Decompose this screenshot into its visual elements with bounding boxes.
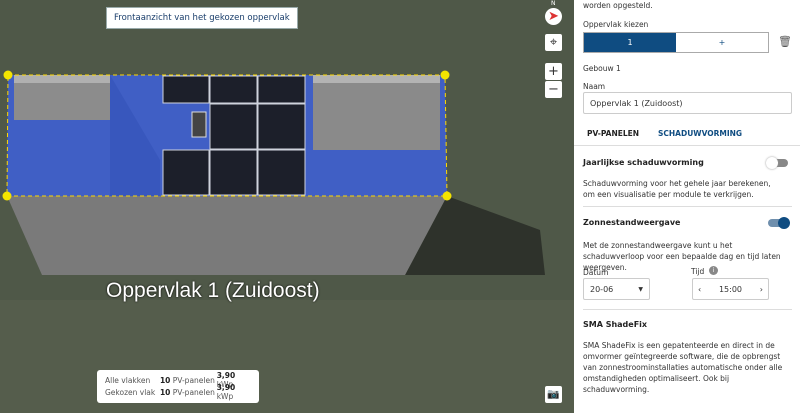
building-scene — [0, 0, 574, 413]
sun-position-toggle[interactable] — [768, 217, 790, 229]
tab-schaduwvorming[interactable]: SCHADUWVORMING — [658, 129, 742, 138]
tab-pv-panelen[interactable]: PV-PANELEN — [587, 129, 639, 138]
tooltip: Frontaanzicht van het gekozen oppervlak — [106, 7, 298, 29]
roof-box-right — [313, 75, 440, 150]
summary-box: Alle vlakken 10 PV-panelen 3,90 kWp Gekoze… — [97, 370, 259, 403]
trash-icon[interactable]: 🗑 — [778, 35, 792, 48]
surface-selector: 1 + — [583, 32, 769, 53]
annual-shading-toggle[interactable] — [766, 157, 788, 169]
prev-time-button[interactable]: ‹ — [698, 285, 701, 294]
camera-icon[interactable]: 📷 — [545, 386, 562, 403]
surface-label: Oppervlak 1 (Zuidoost) — [106, 279, 320, 302]
next-time-button[interactable]: › — [760, 285, 763, 294]
map-3d-view[interactable]: Frontaanzicht van het gekozen oppervlak … — [0, 0, 574, 413]
name-input[interactable]: Oppervlak 1 (Zuidoost) — [583, 92, 792, 114]
surface-1-button[interactable]: 1 — [584, 33, 676, 52]
add-surface-button[interactable]: + — [676, 33, 768, 52]
building-wall — [7, 196, 447, 275]
zoom-out-button[interactable]: − — [545, 81, 562, 98]
date-select[interactable]: 20-06 ▼ — [583, 278, 650, 300]
side-panel: worden opgesteld. Oppervlak kiezen 1 + 🗑… — [574, 0, 800, 413]
compass-north-label: N — [551, 0, 556, 7]
dropdown-arrow-icon: ▼ — [638, 285, 643, 293]
locate-icon[interactable]: ⌖ — [545, 34, 562, 51]
summary-row: Gekozen vlak 10 PV-panelen 3,90 kWp — [105, 383, 236, 401]
compass-icon[interactable]: ➤ — [545, 8, 562, 25]
time-stepper[interactable]: ‹ 15:00 › — [692, 278, 769, 300]
zoom-in-button[interactable]: + — [545, 63, 562, 80]
info-icon[interactable]: i — [709, 266, 718, 275]
